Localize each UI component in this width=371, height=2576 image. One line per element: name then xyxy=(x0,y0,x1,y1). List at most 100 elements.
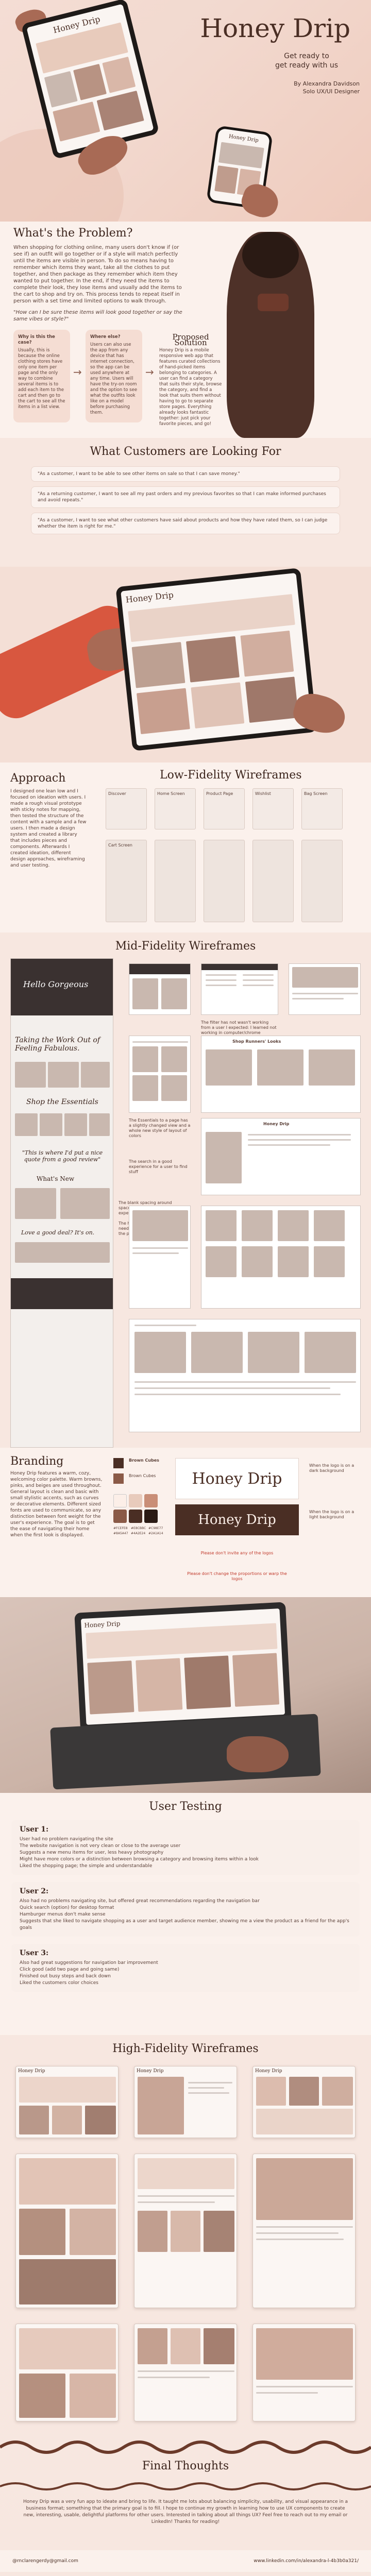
midfi-photo xyxy=(242,1210,273,1241)
customers-title: What Customers are Looking For xyxy=(90,445,281,458)
approach-title: Approach xyxy=(10,772,66,785)
midfi-screen xyxy=(129,1319,361,1432)
midfi-row xyxy=(206,979,237,981)
user-point: Also had great suggestions for navigatio… xyxy=(20,1960,158,1965)
phone-in-hand xyxy=(258,294,289,311)
midfi-photo xyxy=(206,1132,242,1183)
laptop-photo xyxy=(232,1653,280,1707)
laptop: Honey Drip xyxy=(74,1602,292,1732)
customers-section: What Customers are Looking For "As a cus… xyxy=(0,438,371,567)
lofi-sketch xyxy=(155,840,196,922)
midfi-annotation: The filter has not wasn't working from a… xyxy=(201,1020,277,1035)
midfi-screen: Honey Drip xyxy=(201,1118,361,1195)
thoughts-section: Final Thoughts Honey Drip was a very fun… xyxy=(0,2437,371,2550)
midfi-photo xyxy=(161,978,187,1009)
testing-section: User Testing User 1: User had no problem… xyxy=(0,1793,371,2035)
user-point: Finished out busy steps and back down xyxy=(20,1974,111,1979)
logo-rule: Please don't invite any of the logos xyxy=(200,1551,274,1555)
footer: @rnclarengerdy@gmail.com www.linkedin.co… xyxy=(0,2550,371,2572)
logo-text: Honey Drip xyxy=(198,1512,276,1528)
hifi-row xyxy=(256,2392,318,2394)
logo-rule: Please don't change the proportions or w… xyxy=(187,1571,287,1581)
midfi-row xyxy=(248,1144,330,1146)
problem-title: What's the Problem? xyxy=(13,227,133,240)
hifi-brand: Honey Drip xyxy=(18,2069,45,2074)
midfi-photo xyxy=(132,1210,188,1241)
logo-text: Honey Drip xyxy=(192,1469,282,1488)
hero-section: Honey Drip Honey Drip Get ready to get r… xyxy=(0,0,371,222)
swatch-code: #4A2E24 xyxy=(131,1532,146,1535)
hifi-banner xyxy=(19,2328,116,2369)
hifi-photo xyxy=(70,2374,116,2418)
midfi-photo xyxy=(48,1062,79,1088)
midfi-screen-title: Hello Gorgeous xyxy=(23,979,89,989)
hifi-title: High-Fidelity Wireframes xyxy=(112,2042,259,2055)
tablet-photo xyxy=(102,56,136,93)
hifi-screen xyxy=(15,2324,119,2421)
where-card: Where else? Users can also use the app f… xyxy=(86,330,142,422)
midfi-photo xyxy=(242,1246,273,1277)
midfi-photo xyxy=(15,1113,38,1136)
arrow-icon: → xyxy=(73,366,82,378)
hifi-screen xyxy=(252,2154,356,2308)
midfi-screen xyxy=(129,1036,191,1113)
solution-title: Proposed Solution xyxy=(172,332,209,347)
hifi-photo xyxy=(204,2328,234,2364)
lofi-note: Product Page xyxy=(206,791,233,796)
wave-divider xyxy=(0,2441,371,2454)
midfi-row xyxy=(206,985,237,986)
hifi-photo xyxy=(85,2106,116,2134)
hifi-screen: Honey Drip xyxy=(252,2066,356,2138)
midfi-photo xyxy=(60,1188,110,1219)
user-point: Suggests a new menu items for user, less… xyxy=(20,1850,164,1855)
logo-dark: Honey Drip xyxy=(175,1504,299,1535)
midfi-row xyxy=(243,985,274,986)
midfi-photo xyxy=(309,1049,355,1086)
hifi-brand: Honey Drip xyxy=(137,2069,164,2074)
midfi-screen xyxy=(201,1206,361,1309)
hifi-photo xyxy=(138,2328,167,2364)
midfi-news-title: What's New xyxy=(37,1175,75,1182)
midfi-nav xyxy=(201,964,278,970)
laptop-screen: Honey Drip xyxy=(80,1608,285,1725)
font-chip xyxy=(113,1473,124,1484)
arrow-icon: → xyxy=(145,366,154,378)
brand-title: Honey Drip xyxy=(200,13,350,43)
midfi-love-title: Love a good deal? It's on. xyxy=(21,1229,95,1236)
lofi-note: Bag Screen xyxy=(304,791,328,796)
byline: By Alexandra Davidson Solo UX/UI Designe… xyxy=(294,80,360,95)
midfi-row xyxy=(132,1252,179,1254)
color-swatch xyxy=(144,1510,158,1523)
hifi-screen: Honey Drip xyxy=(15,2066,119,2138)
user-point: User had no problem navigating the site xyxy=(20,1837,113,1842)
linkedin-link[interactable]: www.linkedin.com/in/alexandra-l-4b3b0a32… xyxy=(254,2558,359,2564)
customer-quote: "As a customer, I want to see what other… xyxy=(31,513,340,534)
showcase-photo xyxy=(186,636,240,683)
showcase-screen: Honey Drip xyxy=(121,572,312,747)
lofi-note: Home Screen xyxy=(157,791,185,796)
midfi-headline: Shop the Essentials xyxy=(26,1098,98,1106)
problem-quote: "How can I be sure these items will look… xyxy=(13,310,182,322)
hifi-banner xyxy=(19,2259,116,2304)
customer-quote: "As a customer, I want to be able to see… xyxy=(31,466,340,482)
swatch-code: #FCEFE8 xyxy=(113,1527,128,1530)
midfi-row xyxy=(243,974,274,976)
hifi-banner xyxy=(256,2328,353,2380)
hifi-photo xyxy=(204,2211,234,2252)
email-link[interactable]: @rnclarengerdy@gmail.com xyxy=(12,2558,78,2564)
midfi-screen xyxy=(129,963,191,1015)
user-name: User 1: xyxy=(20,1825,49,1834)
problem-section: What's the Problem? When shopping for cl… xyxy=(0,222,371,438)
midfi-photo xyxy=(134,1332,186,1373)
hifi-row xyxy=(256,2239,344,2240)
why-card: Why is this the case? Usually, this is b… xyxy=(13,330,70,422)
font-chip xyxy=(113,1458,124,1468)
midfi-screen-label: Honey Drip xyxy=(263,1122,290,1126)
hifi-photo xyxy=(138,2211,167,2252)
tablet-photo xyxy=(44,71,78,108)
where-title: Where else? xyxy=(90,334,121,340)
lofi-sketch xyxy=(204,840,245,922)
midfi-photo xyxy=(81,1062,110,1088)
color-swatch xyxy=(113,1494,127,1507)
lofi-sketch xyxy=(301,840,343,922)
